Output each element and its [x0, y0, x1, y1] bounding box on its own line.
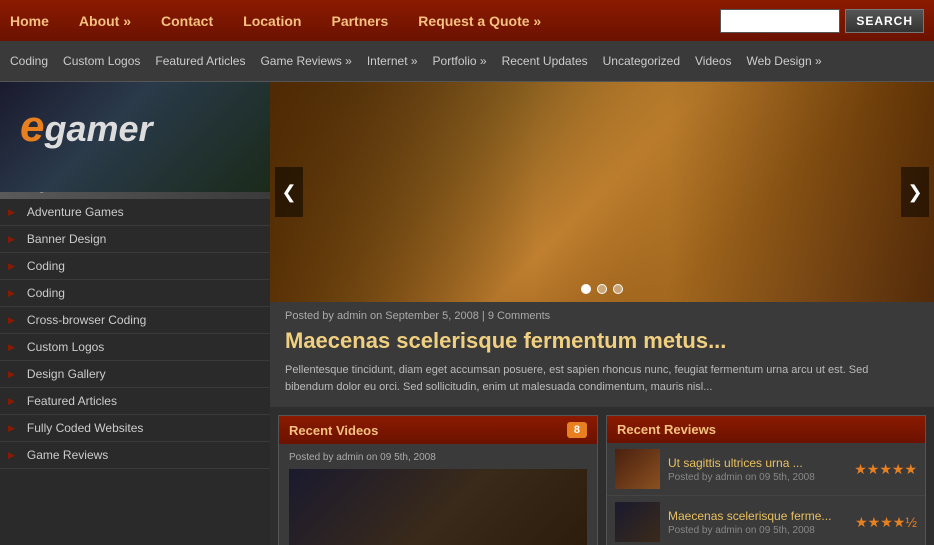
article-preview: Posted by admin on September 5, 2008 | 9…: [270, 302, 934, 407]
article-meta: Posted by admin on September 5, 2008 | 9…: [285, 310, 919, 322]
hero-image: [270, 82, 934, 302]
site-logo: egamer: [0, 82, 270, 167]
nav-request-quote[interactable]: Request a Quote »: [418, 13, 541, 29]
top-navigation: Home About » Contact Location Partners R…: [0, 0, 934, 41]
recent-videos-panel: Recent Videos 8 Posted by admin on 09 5t…: [278, 415, 598, 545]
sec-nav-portfolio[interactable]: Portfolio »: [433, 54, 487, 68]
hero-dot-3[interactable]: [613, 284, 623, 294]
article-text: Pellentesque tincidunt, diam eget accums…: [285, 362, 919, 395]
logo-e: e: [20, 102, 44, 151]
recent-videos-header: Recent Videos 8: [279, 416, 597, 444]
review-info-1: Ut sagittis ultrices urna ... Posted by …: [668, 456, 846, 483]
sec-nav-coding[interactable]: Coding: [10, 54, 48, 68]
recent-reviews-panel: Recent Reviews Ut sagittis ultrices urna…: [606, 415, 926, 545]
nav-contact[interactable]: Contact: [161, 13, 213, 29]
sec-nav-recent-updates[interactable]: Recent Updates: [502, 54, 588, 68]
sidebar-item-game-reviews[interactable]: Game Reviews: [19, 442, 270, 468]
video-post-meta: Posted by admin on 09 5th, 2008: [289, 452, 587, 463]
sec-nav-custom-logos[interactable]: Custom Logos: [63, 54, 140, 68]
sidebar-item-coding-1[interactable]: Coding: [19, 253, 270, 279]
search-button[interactable]: SEARCH: [845, 9, 924, 33]
bottom-panels: Recent Videos 8 Posted by admin on 09 5t…: [270, 407, 934, 545]
hero-next-button[interactable]: ❯: [901, 167, 929, 217]
article-title[interactable]: Maecenas scelerisque fermentum metus...: [285, 328, 919, 354]
logo-text: gamer: [44, 108, 152, 149]
top-nav-links: Home About » Contact Location Partners R…: [10, 13, 720, 29]
sidebar: egamer categories Adventure Games Banner…: [0, 82, 270, 545]
review-meta-1: Posted by admin on 09 5th, 2008: [668, 472, 846, 483]
sec-nav-game-reviews[interactable]: Game Reviews »: [260, 54, 351, 68]
list-item: Fully Coded Websites: [0, 415, 270, 442]
sidebar-item-featured-articles[interactable]: Featured Articles: [19, 388, 270, 414]
nav-about[interactable]: About »: [79, 13, 131, 29]
sidebar-item-cross-browser[interactable]: Cross-browser Coding: [19, 307, 270, 333]
list-item: Game Reviews: [0, 442, 270, 469]
sidebar-item-custom-logos[interactable]: Custom Logos: [19, 334, 270, 360]
list-item: Adventure Games: [0, 199, 270, 226]
sec-nav-featured-articles[interactable]: Featured Articles: [155, 54, 245, 68]
review-title-1[interactable]: Ut sagittis ultrices urna ...: [668, 456, 846, 470]
content-area: ❮ ❯ Posted by admin on September 5, 2008…: [270, 82, 934, 545]
sec-nav-uncategorized[interactable]: Uncategorized: [603, 54, 680, 68]
list-item: Coding: [0, 280, 270, 307]
list-item: Cross-browser Coding: [0, 307, 270, 334]
list-item: Custom Logos: [0, 334, 270, 361]
sec-nav-web-design[interactable]: Web Design »: [747, 54, 822, 68]
hero-dot-1[interactable]: [581, 284, 591, 294]
recent-videos-title: Recent Videos: [289, 423, 378, 438]
recent-videos-badge: 8: [567, 422, 587, 438]
list-item: Featured Articles: [0, 388, 270, 415]
sec-nav-videos[interactable]: Videos: [695, 54, 731, 68]
list-item: Design Gallery: [0, 361, 270, 388]
hero-dot-2[interactable]: [597, 284, 607, 294]
hero-prev-button[interactable]: ❮: [275, 167, 303, 217]
search-input[interactable]: [720, 9, 840, 33]
sidebar-item-adventure-games[interactable]: Adventure Games: [19, 199, 270, 225]
search-area: SEARCH: [720, 9, 924, 33]
review-thumbnail-2: [615, 502, 660, 542]
recent-reviews-header: Recent Reviews: [607, 416, 925, 443]
sec-nav-internet[interactable]: Internet »: [367, 54, 418, 68]
review-stars-2: ★★★★½: [855, 514, 917, 531]
review-info-2: Maecenas scelerisque ferme... Posted by …: [668, 509, 847, 536]
review-title-2[interactable]: Maecenas scelerisque ferme...: [668, 509, 847, 523]
review-meta-2: Posted by admin on 09 5th, 2008: [668, 525, 847, 536]
review-thumb-image-2: [615, 502, 660, 542]
sidebar-item-design-gallery[interactable]: Design Gallery: [19, 361, 270, 387]
nav-location[interactable]: Location: [243, 13, 301, 29]
secondary-navigation: Coding Custom Logos Featured Articles Ga…: [0, 41, 934, 82]
sidebar-item-coding-2[interactable]: Coding: [19, 280, 270, 306]
video-thumbnail[interactable]: Dead Space - Teaser from Felipe Venhorst: [289, 469, 587, 545]
recent-videos-body: Posted by admin on 09 5th, 2008 Dead Spa…: [279, 444, 597, 545]
categories-list: Adventure Games Banner Design Coding Cod…: [0, 199, 270, 469]
list-item: Coding: [0, 253, 270, 280]
nav-partners[interactable]: Partners: [331, 13, 388, 29]
list-item: Banner Design: [0, 226, 270, 253]
sidebar-item-fully-coded[interactable]: Fully Coded Websites: [19, 415, 270, 441]
review-stars-1: ★★★★★: [854, 461, 917, 478]
review-item: Maecenas scelerisque ferme... Posted by …: [607, 496, 925, 545]
review-item: Ut sagittis ultrices urna ... Posted by …: [607, 443, 925, 496]
nav-home[interactable]: Home: [10, 13, 49, 29]
review-thumb-image-1: [615, 449, 660, 489]
hero-dots: [581, 284, 623, 294]
review-thumbnail-1: [615, 449, 660, 489]
sidebar-item-banner-design[interactable]: Banner Design: [19, 226, 270, 252]
hero-slider: ❮ ❯: [270, 82, 934, 302]
main-layout: egamer categories Adventure Games Banner…: [0, 82, 934, 545]
